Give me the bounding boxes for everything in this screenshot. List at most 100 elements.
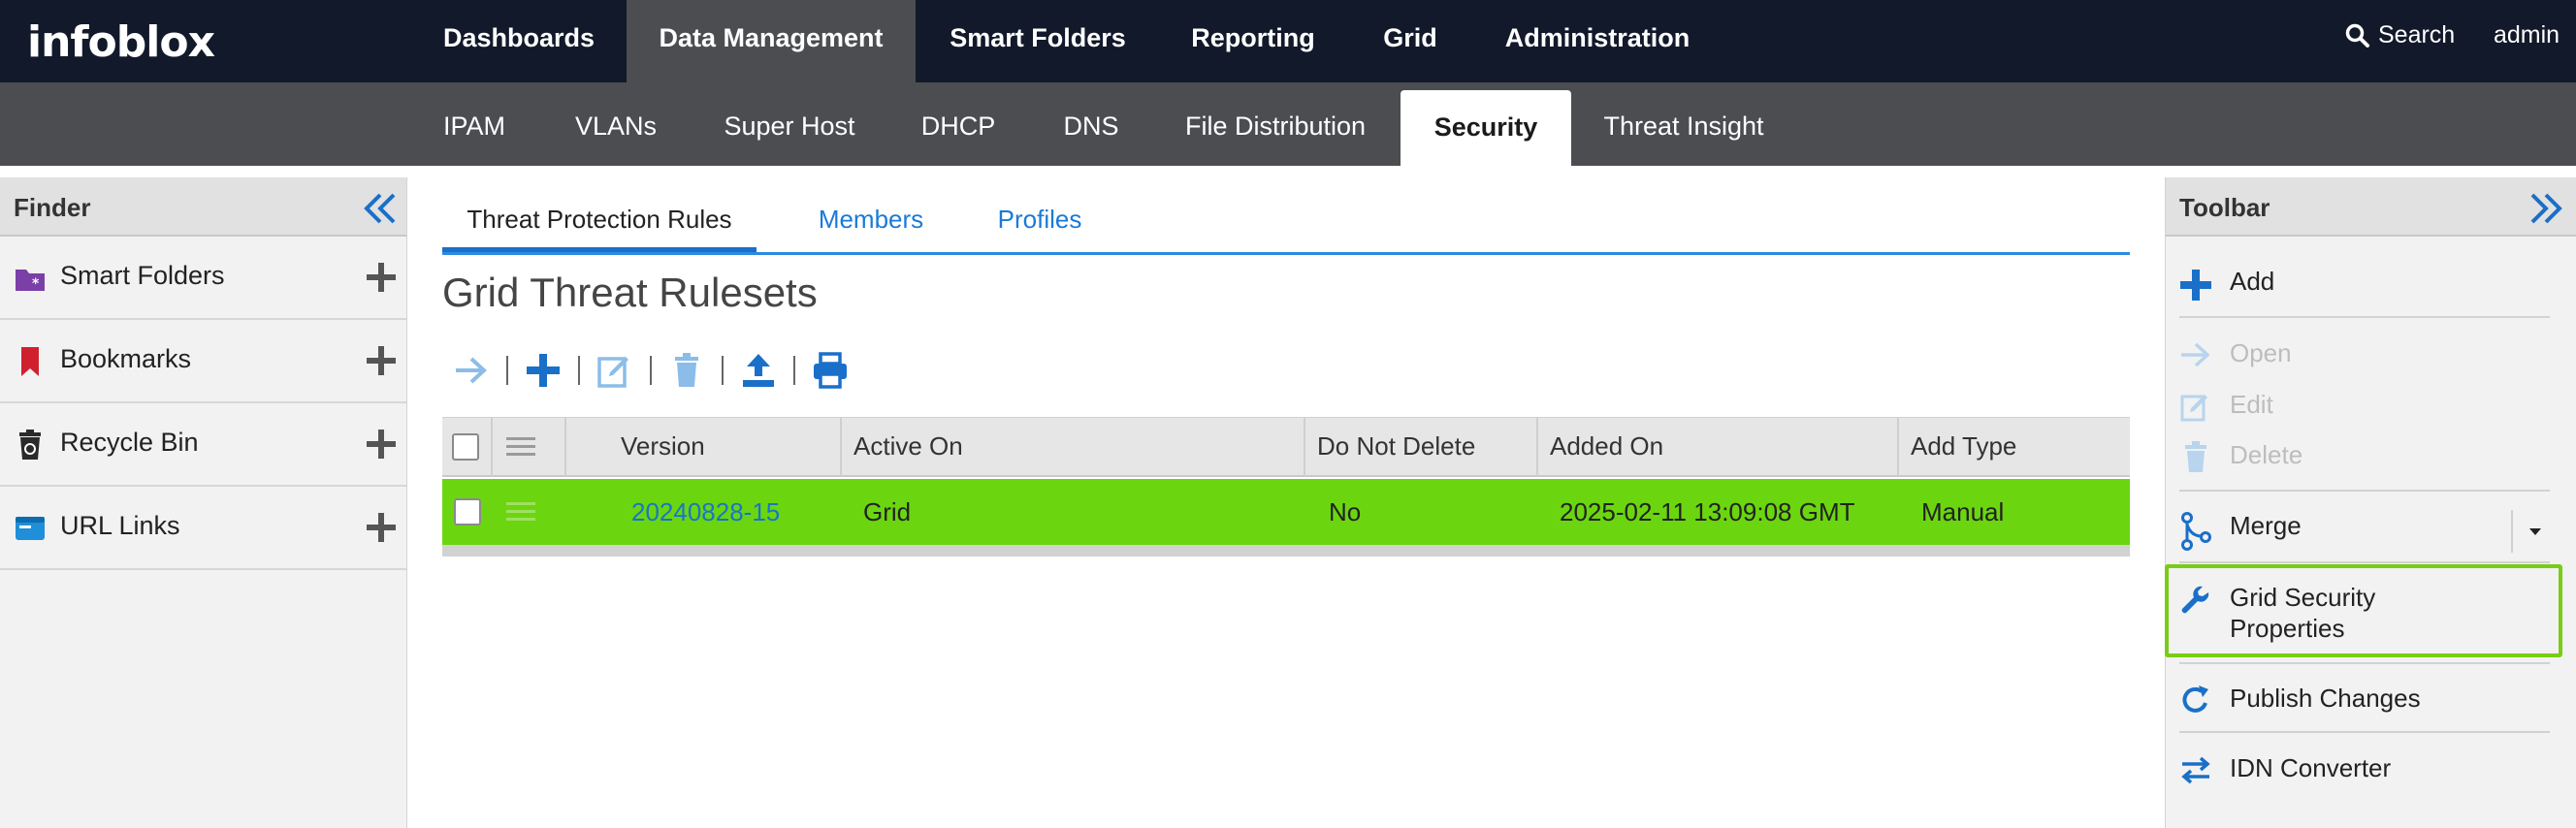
tab-profiles[interactable]: Profiles xyxy=(972,194,1108,252)
separator xyxy=(506,356,508,385)
trash-icon xyxy=(2185,441,2206,472)
table-header: Version Active On Do Not Delete Added On… xyxy=(442,417,2130,477)
search-label: Search xyxy=(2378,21,2456,48)
toolbar-item-label: Open xyxy=(2230,338,2292,367)
edit-icon xyxy=(2180,395,2207,422)
header-menu-cell xyxy=(493,418,566,476)
column-header-add-type[interactable]: Add Type xyxy=(1899,418,2130,476)
infoblox-logo[interactable]: infoblox xyxy=(27,17,215,67)
arrow-right-icon xyxy=(2181,342,2210,367)
finder-item-label: Smart Folders xyxy=(60,261,225,290)
sub-navigation-bar: IPAM VLANs Super Host DHCP DNS File Dist… xyxy=(0,82,2576,166)
merge-icon xyxy=(2181,512,2211,551)
table-action-bar xyxy=(452,349,850,392)
page-title: Grid Threat Rulesets xyxy=(442,270,818,315)
finder-panel: Finder * Smart Folders Bookmarks Recycle… xyxy=(0,177,407,828)
separator xyxy=(793,356,795,385)
top-nav-administration[interactable]: Administration xyxy=(1494,0,1701,82)
sub-nav-threat-insight[interactable]: Threat Insight xyxy=(1596,82,1771,166)
sub-nav-vlans[interactable]: VLANs xyxy=(563,82,669,166)
top-nav-reporting[interactable]: Reporting xyxy=(1175,0,1331,82)
cell-do-not-delete: No xyxy=(1329,497,1362,526)
plus-icon[interactable] xyxy=(524,351,563,390)
finder-item-recycle-bin[interactable]: Recycle Bin xyxy=(0,403,406,487)
plus-icon[interactable] xyxy=(363,342,400,379)
toolbar-title: Toolbar xyxy=(2179,193,2270,222)
finder-item-label: Bookmarks xyxy=(60,344,192,373)
plus-icon xyxy=(2180,270,2211,301)
upload-icon[interactable] xyxy=(739,351,778,390)
trash-icon[interactable] xyxy=(667,351,706,390)
column-menu-icon[interactable] xyxy=(506,435,535,459)
row-checkbox[interactable] xyxy=(454,498,481,525)
cell-add-type: Manual xyxy=(1921,497,2005,526)
finder-item-label: URL Links xyxy=(60,511,180,540)
separator xyxy=(2511,510,2513,553)
cell-version[interactable]: 20240828-15 xyxy=(631,479,780,545)
finder-item-bookmarks[interactable]: Bookmarks xyxy=(0,320,406,403)
sub-nav-dns[interactable]: DNS xyxy=(1049,82,1133,166)
cell-added-on: 2025-02-11 13:09:08 GMT xyxy=(1560,497,1855,526)
toolbar-item-label: Add xyxy=(2230,267,2275,296)
sub-nav-ipam[interactable]: IPAM xyxy=(433,82,516,166)
divider xyxy=(2179,561,2550,563)
chevron-down-icon[interactable] xyxy=(2527,525,2544,538)
global-search[interactable]: Search xyxy=(2345,21,2455,49)
divider xyxy=(2179,316,2550,318)
collapse-right-icon[interactable] xyxy=(2525,187,2567,230)
arrow-right-icon[interactable] xyxy=(452,351,491,390)
top-nav-data-management[interactable]: Data Management xyxy=(627,0,916,82)
plus-icon[interactable] xyxy=(363,426,400,462)
finder-item-label: Recycle Bin xyxy=(60,428,199,457)
finder-title: Finder xyxy=(14,193,91,222)
svg-text:*: * xyxy=(32,276,40,292)
sub-nav-super-host[interactable]: Super Host xyxy=(712,82,867,166)
column-header-added-on[interactable]: Added On xyxy=(1538,418,1899,476)
finder-item-smart-folders[interactable]: * Smart Folders xyxy=(0,237,406,320)
sub-nav-file-distribution[interactable]: File Distribution xyxy=(1174,82,1377,166)
highlight-grid-security-properties xyxy=(2165,564,2562,657)
select-all-checkbox[interactable] xyxy=(452,433,479,461)
swap-arrows-icon xyxy=(2181,756,2210,784)
table-row[interactable]: 20240828-15 Grid No 2025-02-11 13:09:08 … xyxy=(442,479,2130,545)
user-menu[interactable]: admin xyxy=(2494,21,2560,49)
sub-nav-dhcp[interactable]: DHCP xyxy=(912,82,1005,166)
toolbar-item-label: Delete xyxy=(2230,440,2303,469)
tab-members[interactable]: Members xyxy=(793,194,949,252)
column-header-do-not-delete[interactable]: Do Not Delete xyxy=(1305,418,1538,476)
bookmark-icon xyxy=(21,347,39,376)
top-nav-smart-folders[interactable]: Smart Folders xyxy=(931,0,1144,82)
sub-nav-security[interactable]: Security xyxy=(1401,90,1571,166)
divider xyxy=(2179,662,2550,664)
separator xyxy=(722,356,724,385)
finder-header: Finder xyxy=(0,177,406,237)
toolbar-item-label: IDN Converter xyxy=(2230,753,2392,782)
smart-folder-icon: * xyxy=(16,270,45,292)
column-header-version[interactable]: Version xyxy=(609,418,842,476)
separator xyxy=(578,356,580,385)
plus-icon[interactable] xyxy=(363,259,400,296)
plus-icon[interactable] xyxy=(363,509,400,546)
horizontal-scrollbar[interactable] xyxy=(442,545,2130,557)
column-header-active-on[interactable]: Active On xyxy=(842,418,1305,476)
top-nav-grid[interactable]: Grid xyxy=(1371,0,1449,82)
rulesets-table: Version Active On Do Not Delete Added On… xyxy=(442,417,2130,828)
content-tabs: Threat Protection Rules Members Profiles xyxy=(442,194,2130,255)
toolbar-item-label: Merge xyxy=(2230,511,2302,540)
print-icon[interactable] xyxy=(811,351,850,390)
finder-item-url-links[interactable]: URL Links xyxy=(0,487,406,570)
edit-icon[interactable] xyxy=(596,351,634,390)
top-navigation-bar: infoblox Dashboards Data Management Smar… xyxy=(0,0,2576,82)
tab-threat-protection-rules[interactable]: Threat Protection Rules xyxy=(442,194,757,252)
row-menu-icon[interactable] xyxy=(506,500,535,524)
app-window: infoblox Dashboards Data Management Smar… xyxy=(0,0,2576,828)
header-select-cell xyxy=(442,418,493,476)
refresh-icon xyxy=(2182,685,2208,713)
toolbar-panel: Toolbar Add Open Edit Delete Merge Grid … xyxy=(2165,177,2576,828)
url-links-icon xyxy=(16,517,45,540)
top-nav-dashboards[interactable]: Dashboards xyxy=(427,0,611,82)
search-icon xyxy=(2345,23,2369,48)
toolbar-item-label: Edit xyxy=(2230,390,2273,419)
toolbar-header: Toolbar xyxy=(2166,177,2576,237)
collapse-left-icon[interactable] xyxy=(359,187,402,230)
